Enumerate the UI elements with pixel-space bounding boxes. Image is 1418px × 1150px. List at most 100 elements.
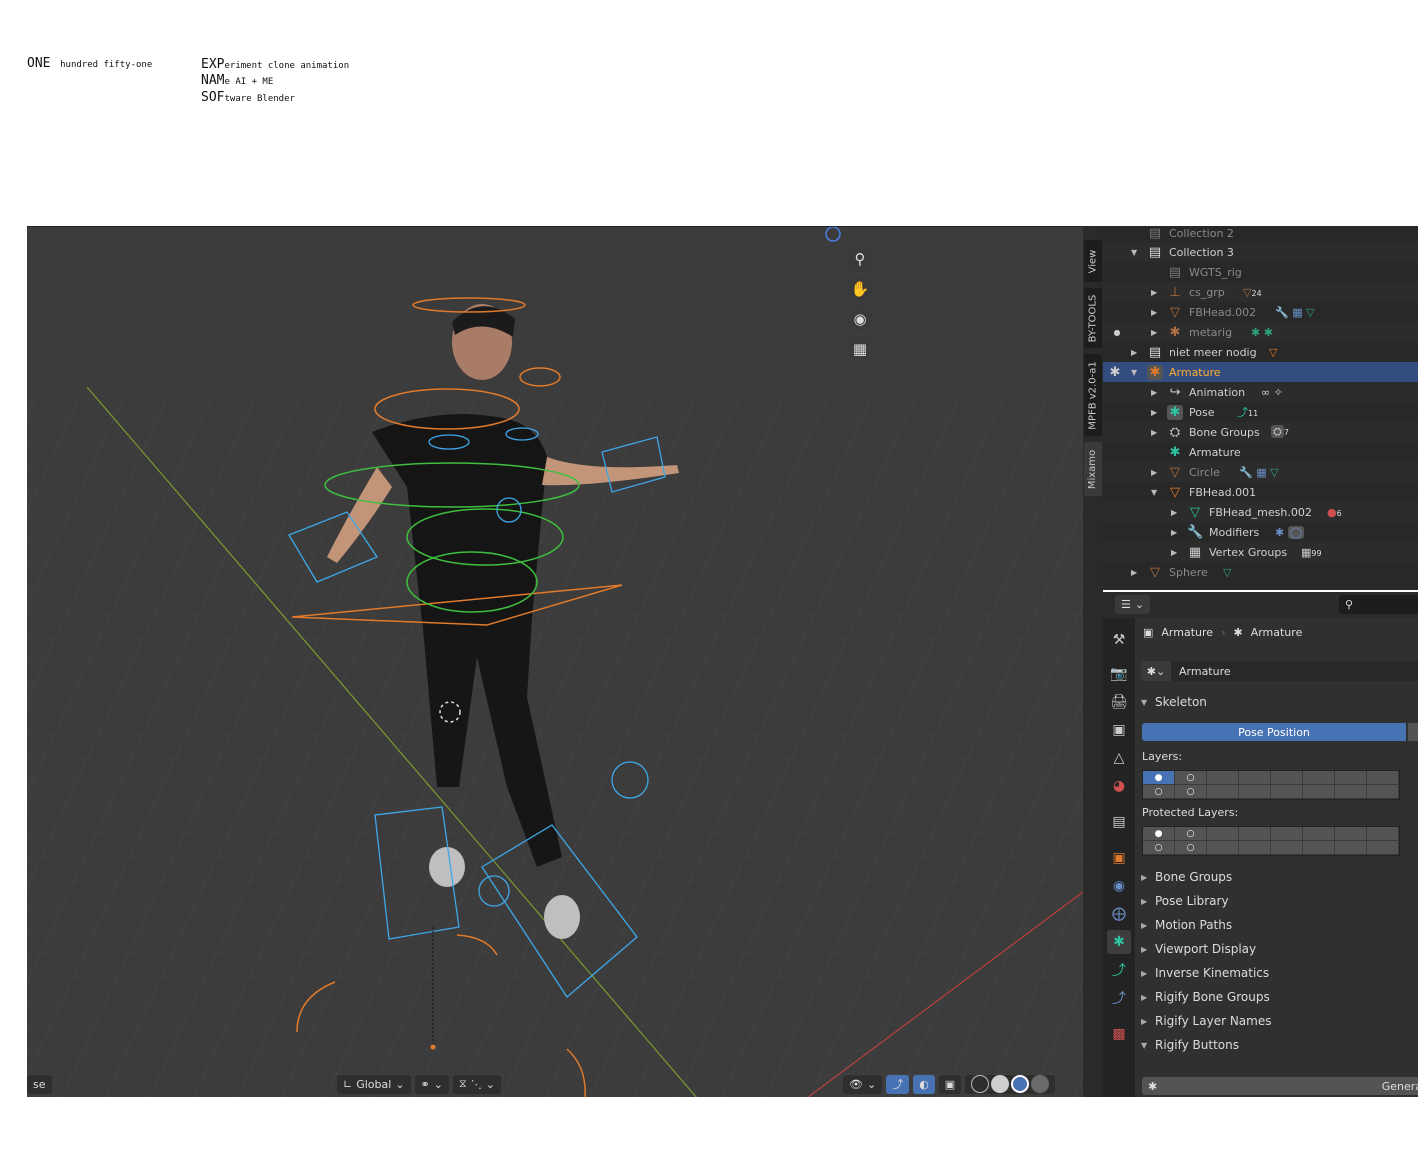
layer-cell[interactable] [1207, 785, 1239, 799]
outliner-row[interactable]: ▶ ⊥ cs_grp ▽24 [1103, 282, 1418, 302]
outliner-row-selected[interactable]: ✱ ▼ ✱ Armature [1103, 362, 1418, 382]
panel-skeleton[interactable]: ▼ Skeleton [1141, 691, 1418, 713]
panel-rigify-layer-names[interactable]: ▶ Rigify Layer Names [1141, 1010, 1418, 1032]
overlay-toggle[interactable]: ◐ [913, 1074, 935, 1094]
expand-arrow-icon[interactable]: ▶ [1171, 548, 1177, 557]
layer-cell[interactable] [1303, 827, 1335, 841]
panel-bone-groups[interactable]: ▶ Bone Groups [1141, 866, 1418, 888]
outliner-row[interactable]: ✱ Armature [1103, 442, 1418, 462]
layer-cell[interactable]: ● [1143, 771, 1175, 785]
layer-cell[interactable] [1239, 785, 1271, 799]
3d-viewport[interactable]: ⚲ ✋ ◉ ▦ se ∟ Global ⌄ ⚭ ⌄ ⧖ ⋱ ⌄ 👁 ⌄ ⤴ ◐ ▣ [27, 226, 1083, 1097]
armature-data-tab-icon[interactable]: ✱ [1107, 930, 1131, 954]
snap-toggle[interactable]: ⧖ ⋱ ⌄ [452, 1074, 501, 1094]
layer-cell[interactable] [1367, 771, 1399, 785]
outliner-row[interactable]: ▤ Collection 2 [1103, 226, 1418, 243]
outliner-row[interactable]: ▼ ▽ FBHead.001 [1103, 482, 1418, 502]
texture-tab-icon[interactable]: ▩ [1107, 1022, 1131, 1046]
tool-tab-icon[interactable]: ⚒ [1107, 628, 1131, 652]
zoom-icon[interactable]: ⚲ [847, 246, 873, 272]
outliner-row[interactable]: ▼ ▤ Collection 3 [1103, 242, 1418, 262]
outliner-row[interactable]: ▶ ▽ Sphere ▽ [1103, 562, 1418, 582]
collection-tab-icon[interactable]: ▤ [1107, 810, 1131, 834]
outliner-row[interactable]: ▶ ▤ niet meer nodig ▽ [1103, 342, 1418, 362]
panel-pose-library[interactable]: ▶ Pose Library [1141, 890, 1418, 912]
panel-rigify-buttons[interactable]: ▼ Rigify Buttons [1141, 1034, 1418, 1056]
scene-tab-icon[interactable]: △ [1107, 746, 1131, 770]
pivot-dropdown[interactable]: ⚭ ⌄ [414, 1074, 449, 1094]
expand-arrow-icon[interactable]: ▶ [1151, 428, 1157, 437]
gizmo-axis-ball[interactable] [825, 227, 841, 242]
expand-arrow-icon[interactable]: ▶ [1171, 528, 1177, 537]
solid-shading-icon[interactable] [991, 1075, 1010, 1093]
layer-cell[interactable] [1303, 771, 1335, 785]
mode-selector[interactable]: se [27, 1074, 52, 1094]
collapse-arrow-icon[interactable]: ▼ [1131, 368, 1137, 377]
datablock-selector[interactable]: ✱⌄ Armature [1141, 661, 1418, 681]
expand-arrow-icon[interactable]: ▶ [1131, 348, 1137, 357]
outliner-row[interactable]: ▤ WGTS_rig [1103, 262, 1418, 282]
layer-cell[interactable] [1367, 785, 1399, 799]
outliner-row[interactable]: ▶ ▦ Vertex Groups ▦99 [1103, 542, 1418, 562]
collapse-arrow-icon[interactable]: ▼ [1151, 488, 1157, 497]
rest-position-button[interactable] [1408, 723, 1418, 741]
layer-cell[interactable]: ● [1143, 827, 1175, 841]
expand-arrow-icon[interactable]: ▶ [1151, 468, 1157, 477]
layer-cell[interactable]: ○ [1175, 771, 1207, 785]
expand-arrow-icon[interactable]: ▶ [1151, 388, 1157, 397]
panel-viewport-display[interactable]: ▶ Viewport Display [1141, 938, 1418, 960]
outliner-row[interactable]: ▶ ▽ Circle 🔧 ▦ ▽ [1103, 462, 1418, 482]
layer-cell[interactable] [1239, 827, 1271, 841]
render-tab-icon[interactable]: 📷 [1107, 662, 1131, 686]
outliner-row[interactable]: ▶ ✱ Pose ⤴11 [1103, 402, 1418, 422]
panel-motion-paths[interactable]: ▶ Motion Paths [1141, 914, 1418, 936]
object-tab-icon[interactable]: ▣ [1107, 846, 1131, 870]
layer-cell[interactable]: ○ [1175, 785, 1207, 799]
outliner-row[interactable]: ● ▶ ✱ metarig ✱ ✱ [1103, 322, 1418, 342]
datablock-name[interactable]: Armature [1179, 665, 1231, 678]
layer-cell[interactable]: ○ [1175, 841, 1207, 855]
constraints-tab-icon[interactable]: ⨁ [1107, 902, 1131, 926]
outliner[interactable]: ▤ Collection 2 ▼ ▤ Collection 3 ▤ WGTS_r… [1103, 226, 1418, 590]
hand-pan-icon[interactable]: ✋ [847, 276, 873, 302]
physics-tab-icon[interactable]: ◉ [1107, 874, 1131, 898]
expand-arrow-icon[interactable]: ▶ [1131, 568, 1137, 577]
layer-cell[interactable] [1271, 841, 1303, 855]
view-layer-tab-icon[interactable]: ▣ [1107, 718, 1131, 742]
bone-tab-icon[interactable]: ⤴ [1107, 958, 1131, 982]
layer-cell[interactable]: ○ [1143, 841, 1175, 855]
transform-orientation-dropdown[interactable]: ∟ Global ⌄ [337, 1074, 411, 1094]
bone-constraints-tab-icon[interactable]: ⤴ [1107, 986, 1131, 1010]
layer-cell[interactable] [1367, 841, 1399, 855]
expand-arrow-icon[interactable]: ▶ [1151, 308, 1157, 317]
outliner-row[interactable]: ▶ ↪ Animation ∞ ✧ [1103, 382, 1418, 402]
editor-type-dropdown[interactable]: ☰ ⌄ [1115, 595, 1151, 614]
material-shading-icon[interactable] [1011, 1075, 1030, 1093]
visibility-dropdown[interactable]: 👁 ⌄ [843, 1074, 883, 1094]
armature-browse-icon[interactable]: ✱⌄ [1141, 661, 1171, 681]
layer-cell[interactable] [1271, 827, 1303, 841]
pose-position-button[interactable]: Pose Position [1142, 723, 1406, 741]
layer-cell[interactable] [1335, 785, 1367, 799]
tab-by-tools[interactable]: BY-TOOLS [1084, 288, 1102, 348]
collapse-arrow-icon[interactable]: ▼ [1131, 248, 1137, 257]
layer-cell[interactable] [1207, 841, 1239, 855]
layer-cell[interactable] [1271, 771, 1303, 785]
search-input[interactable]: ⚲ [1339, 595, 1418, 614]
rendered-shading-icon[interactable] [1031, 1075, 1050, 1093]
layer-cell[interactable] [1207, 771, 1239, 785]
expand-arrow-icon[interactable]: ▶ [1171, 508, 1177, 517]
expand-arrow-icon[interactable]: ▶ [1151, 288, 1157, 297]
world-tab-icon[interactable]: ◕ [1107, 774, 1131, 798]
tab-mixamo[interactable]: Mixamo [1084, 442, 1102, 496]
outliner-row[interactable]: ▶ ⛭ Bone Groups ⛭ 7 [1103, 422, 1418, 442]
output-tab-icon[interactable]: 🖨 [1107, 690, 1131, 714]
camera-icon[interactable]: ◉ [847, 306, 873, 332]
layer-cell[interactable]: ○ [1143, 785, 1175, 799]
tab-mpfb[interactable]: MPFB v2.0-a1 [1084, 354, 1102, 436]
layer-cell[interactable] [1335, 827, 1367, 841]
gizmo-toggle[interactable]: ⤴ [886, 1074, 910, 1094]
wireframe-shading-icon[interactable] [971, 1075, 990, 1093]
xray-toggle[interactable]: ▣ [938, 1074, 962, 1094]
layer-cell[interactable] [1239, 771, 1271, 785]
